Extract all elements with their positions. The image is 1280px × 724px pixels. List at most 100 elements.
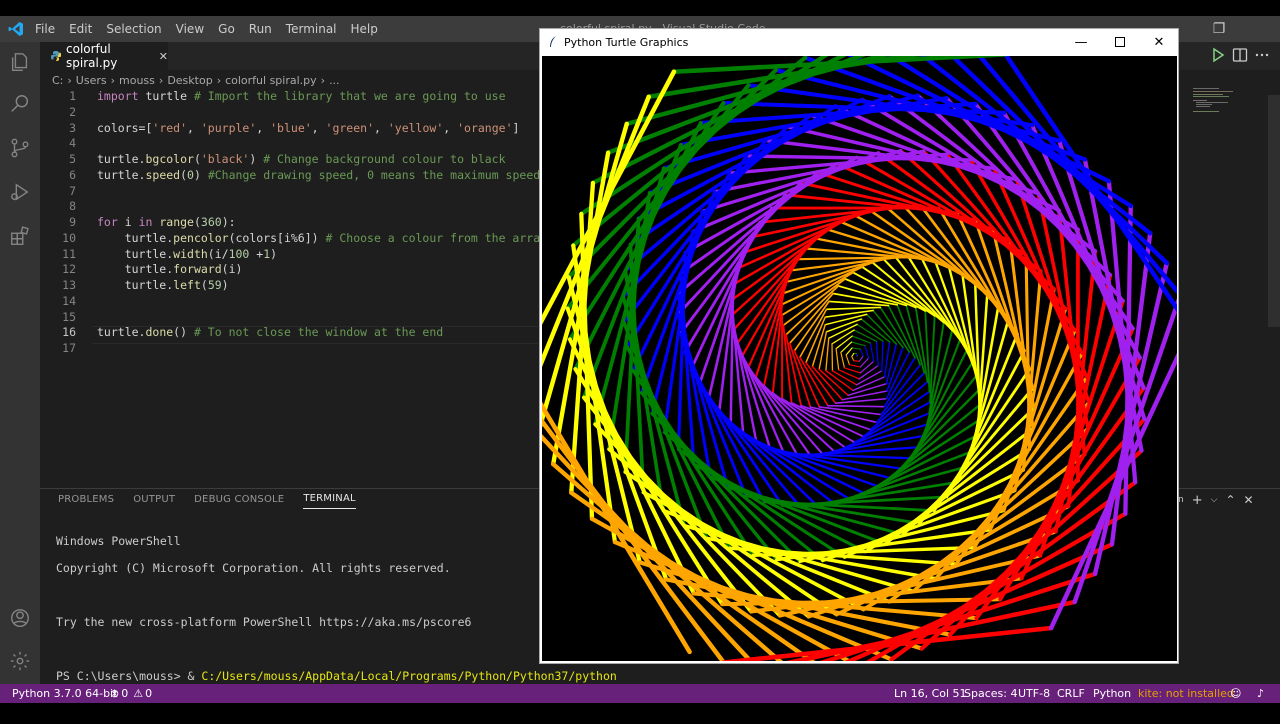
spiral-segment	[854, 361, 860, 362]
line-number: 5	[40, 152, 76, 166]
language-mode[interactable]: Python	[1093, 684, 1131, 703]
vscode-logo-icon	[8, 21, 24, 37]
spiral-segment	[860, 358, 868, 367]
breadcrumb-item[interactable]: ...	[329, 74, 340, 87]
line-number: 17	[40, 341, 76, 355]
spiral-segment	[787, 259, 884, 281]
settings-gear-icon[interactable]	[0, 641, 40, 681]
spiral-segment	[841, 352, 845, 367]
line-number: 8	[40, 199, 76, 213]
indentation[interactable]: Spaces: 4	[964, 684, 1017, 703]
run-debug-icon[interactable]	[0, 172, 40, 212]
run-python-file-icon[interactable]	[1209, 46, 1227, 64]
breadcrumb-item[interactable]: Users	[76, 74, 107, 87]
menu-item-go[interactable]: Go	[211, 22, 242, 36]
breadcrumb[interactable]: C:›Users›mouss›Desktop›colorful spiral.p…	[52, 71, 344, 89]
spiral-segment	[852, 348, 860, 349]
encoding[interactable]: UTF-8	[1018, 684, 1050, 703]
maximize-panel-icon[interactable]: ⌃	[1225, 493, 1235, 507]
spiral-segment	[819, 369, 848, 395]
python-interpreter[interactable]: Python 3.7.0 64-bit	[12, 684, 117, 703]
panel-tab-output[interactable]: OUTPUT	[133, 494, 175, 509]
turtle-canvas[interactable]	[542, 56, 1177, 661]
spiral-segment	[852, 342, 865, 346]
code-line[interactable]: turtle.width(i/100 +1)	[97, 247, 277, 261]
status-bar	[0, 684, 1280, 703]
line-number: 10	[40, 231, 76, 245]
restore-button[interactable]: ❐	[1196, 16, 1242, 42]
menu-item-run[interactable]: Run	[242, 22, 279, 36]
spiral-segment	[859, 356, 863, 361]
restore-icon: ❐	[1213, 21, 1226, 37]
source-control-icon[interactable]	[0, 128, 40, 168]
line-number: 7	[40, 184, 76, 198]
code-line[interactable]: for i in range(360):	[97, 215, 236, 229]
spiral-segment	[854, 330, 876, 341]
line-number: 1	[40, 89, 76, 103]
code-line[interactable]: turtle.bgcolor('black') # Change backgro…	[97, 152, 506, 166]
explorer-icon[interactable]	[0, 42, 40, 82]
code-line[interactable]: turtle.speed(0) #Change drawing speed, 0…	[97, 168, 540, 182]
account-icon[interactable]	[0, 598, 40, 638]
code-line[interactable]: colors=['red', 'purple', 'blue', 'green'…	[97, 121, 519, 135]
panel-tab-problems[interactable]: PROBLEMS	[58, 494, 114, 509]
spiral-segment	[786, 286, 838, 335]
code-line[interactable]: turtle.done() # To not close the window …	[97, 325, 443, 339]
turtle-close-button[interactable]: ✕	[1139, 29, 1179, 55]
turtle-maximize-button[interactable]	[1100, 29, 1140, 55]
breadcrumb-item[interactable]: Desktop	[167, 74, 212, 87]
cursor-position[interactable]: Ln 16, Col 51	[894, 684, 967, 703]
bottom-letterbox	[0, 703, 1280, 720]
terminal-line: Copyright (C) Microsoft Corporation. All…	[56, 562, 617, 576]
panel-toolbar: ion + ⌵ ⌃ ✕	[1170, 492, 1254, 508]
menu-item-file[interactable]: File	[28, 22, 62, 36]
panel-tab-terminal[interactable]: TERMINAL	[303, 493, 355, 509]
breadcrumb-item[interactable]: mouss	[119, 74, 155, 87]
chevron-right-icon: ›	[321, 74, 325, 87]
problems-status[interactable]: ⊗0 ⚠0	[110, 684, 152, 703]
spiral-segment	[825, 310, 873, 317]
split-editor-icon[interactable]	[1231, 46, 1249, 64]
new-terminal-icon[interactable]: +	[1192, 493, 1203, 508]
editor-scrollbar[interactable]	[1268, 95, 1280, 327]
breadcrumb-item[interactable]: colorful spiral.py	[225, 74, 317, 87]
spiral-segment	[882, 341, 883, 371]
close-panel-icon[interactable]: ✕	[1244, 493, 1254, 507]
panel-tab-debug-console[interactable]: DEBUG CONSOLE	[194, 494, 284, 509]
line-ending[interactable]: CRLF	[1057, 684, 1085, 703]
spiral-segment	[826, 338, 829, 370]
menu-item-view[interactable]: View	[169, 22, 211, 36]
code-line[interactable]: turtle.left(59)	[97, 278, 229, 292]
line-number: 3	[40, 121, 76, 135]
spiral-segment	[852, 356, 854, 360]
extensions-icon[interactable]	[0, 216, 40, 256]
search-icon[interactable]	[0, 84, 40, 124]
feedback-icon[interactable]: ☺	[1230, 684, 1241, 703]
menu-item-help[interactable]: Help	[344, 22, 385, 36]
code-line[interactable]: import turtle # Import the library that …	[97, 89, 506, 103]
spiral-segment	[846, 355, 849, 365]
menu-item-terminal[interactable]: Terminal	[279, 22, 344, 36]
tab-colorful-spiral[interactable]: colorful spiral.py ✕	[40, 42, 168, 70]
menu-item-edit[interactable]: Edit	[62, 22, 99, 36]
close-icon: ✕	[1154, 35, 1165, 50]
menu-item-selection[interactable]: Selection	[99, 22, 168, 36]
minimap[interactable]	[1190, 86, 1250, 116]
notifications-bell-icon[interactable]: ♪	[1257, 684, 1264, 703]
chevron-right-icon: ›	[111, 74, 115, 87]
spiral-segment	[860, 349, 863, 356]
tab-close-icon[interactable]: ✕	[159, 50, 168, 63]
chevron-right-icon: ›	[217, 74, 221, 87]
python-file-icon	[50, 50, 62, 62]
breadcrumb-item[interactable]: C:	[52, 74, 63, 87]
turtle-minimize-button[interactable]: —	[1061, 29, 1101, 55]
code-line[interactable]: turtle.pencolor(colors[i%6]) # Choose a …	[97, 231, 547, 245]
line-number: 15	[40, 310, 76, 324]
code-line[interactable]: turtle.forward(i)	[97, 262, 242, 276]
kite-status[interactable]: kite: not installed	[1138, 684, 1234, 703]
spiral-segment	[764, 293, 784, 386]
line-number: 12	[40, 262, 76, 276]
line-number: 9	[40, 215, 76, 229]
more-actions-icon[interactable]	[1253, 46, 1271, 64]
chevron-down-icon[interactable]: ⌵	[1211, 495, 1218, 505]
